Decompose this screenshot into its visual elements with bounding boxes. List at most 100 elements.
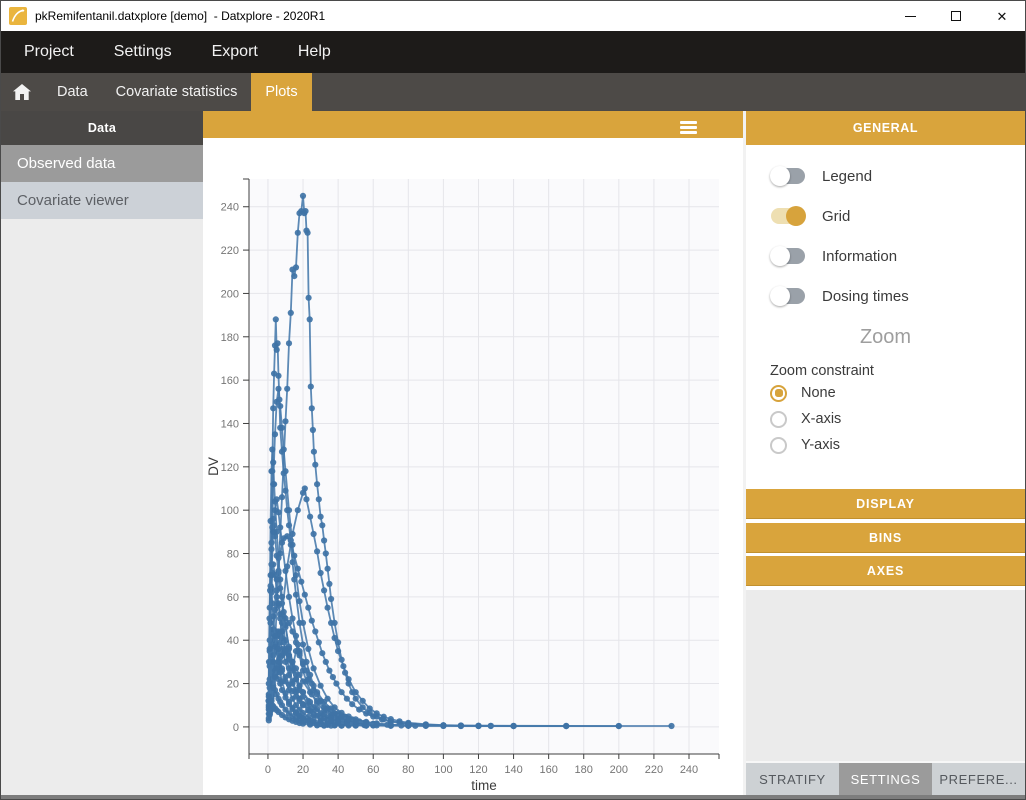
svg-text:60: 60: [227, 592, 239, 604]
svg-text:140: 140: [504, 764, 522, 776]
y-axis-label: DV: [206, 457, 221, 476]
plot-body[interactable]: 0204060801001201401601802002202400204060…: [203, 138, 743, 795]
accordion-axes[interactable]: AXES: [746, 556, 1025, 586]
general-section-header[interactable]: GENERAL: [746, 111, 1025, 145]
accordion-bins[interactable]: BINS: [746, 523, 1025, 553]
zoom-constraint-label: Zoom constraint: [746, 363, 1025, 379]
observed-data-chart[interactable]: 0204060801001201401601802002202400204060…: [203, 138, 743, 790]
bottom-tab-stratify[interactable]: STRATIFY: [746, 763, 839, 795]
toggle-row-legend: Legend: [746, 156, 1025, 196]
svg-text:240: 240: [680, 764, 698, 776]
toggle-list: Legend Grid Information Dosing times: [746, 156, 1025, 316]
toggle-label-dosing-times: Dosing times: [822, 288, 909, 305]
svg-text:220: 220: [221, 245, 239, 257]
zoom-section-title: Zoom: [746, 326, 1025, 349]
window-bottom-edge: [1, 795, 1025, 799]
toggle-knob: [770, 246, 790, 266]
toggle-label-legend: Legend: [822, 168, 872, 185]
radio-y-axis[interactable]: [770, 437, 787, 454]
settings-filler: [746, 590, 1025, 762]
toggle-label-information: Information: [822, 248, 897, 265]
bottom-tab-settings[interactable]: SETTINGS: [839, 763, 932, 795]
sidebar-list: Observed dataCovariate viewer: [1, 145, 203, 219]
sidebar-item-covariate-viewer[interactable]: Covariate viewer: [1, 182, 203, 219]
maximize-icon: [951, 11, 961, 21]
toggle-knob: [770, 286, 790, 306]
tab-covariate-statistics[interactable]: Covariate statistics: [102, 73, 252, 111]
svg-text:0: 0: [265, 764, 271, 776]
svg-text:60: 60: [367, 764, 379, 776]
close-button[interactable]: ✕: [979, 1, 1025, 31]
svg-text:180: 180: [221, 332, 239, 344]
svg-text:20: 20: [297, 764, 309, 776]
app-window: pkRemifentanil.datxplore [demo] - Datxpl…: [0, 0, 1026, 800]
bottom-tab-prefere[interactable]: PREFERE...: [932, 763, 1025, 795]
svg-text:200: 200: [610, 764, 628, 776]
svg-text:120: 120: [469, 764, 487, 776]
panel-bottom-tabs: STRATIFYSETTINGSPREFERE...: [746, 761, 1025, 795]
accordion-display[interactable]: DISPLAY: [746, 489, 1025, 519]
minimize-button[interactable]: [887, 1, 933, 31]
toggle-row-information: Information: [746, 236, 1025, 276]
tab-plots[interactable]: Plots: [251, 73, 311, 111]
toggle-row-grid: Grid: [746, 196, 1025, 236]
svg-text:160: 160: [539, 764, 557, 776]
menu-item-export[interactable]: Export: [212, 43, 258, 61]
radio-label-y-axis: Y-axis: [801, 437, 840, 453]
svg-text:20: 20: [227, 679, 239, 691]
toggle-knob: [786, 206, 806, 226]
svg-text:80: 80: [402, 764, 414, 776]
menu-item-settings[interactable]: Settings: [114, 43, 172, 61]
menu-bar: Project Settings Export Help: [1, 31, 1025, 73]
zoom-constraint-options: None X-axis Y-axis: [746, 381, 1025, 457]
sidebar-filler: [1, 219, 203, 795]
radio-row-none: None: [746, 381, 1025, 405]
sidebar-item-observed-data[interactable]: Observed data: [1, 145, 203, 182]
radio-label-none: None: [801, 385, 836, 401]
content-area: Data Observed dataCovariate viewer 0 20 40…: [1, 111, 1025, 795]
radio-label-x-axis: X-axis: [801, 411, 841, 427]
svg-text:200: 200: [221, 288, 239, 300]
radio-row-y-axis: Y-axis: [746, 433, 1025, 457]
svg-text:160: 160: [221, 375, 239, 387]
sidebar-header: Data: [1, 111, 203, 145]
radio-none[interactable]: [770, 385, 787, 402]
toggle-row-dosing-times: Dosing times: [746, 276, 1025, 316]
menu-item-project[interactable]: Project: [24, 43, 74, 61]
plot-menu-button[interactable]: [680, 121, 697, 134]
hamburger-icon: [680, 121, 697, 124]
plots-sidebar: Data Observed dataCovariate viewer: [1, 111, 203, 795]
grid-toggle[interactable]: [771, 208, 805, 224]
dosing-times-toggle[interactable]: [771, 288, 805, 304]
window-title: pkRemifentanil.datxplore [demo] - Datxpl…: [35, 9, 325, 23]
general-settings-area: Legend Grid Information Dosing times Zoom Z…: [746, 145, 1025, 489]
home-icon: [13, 84, 31, 100]
legend-toggle[interactable]: [771, 168, 805, 184]
svg-text:220: 220: [645, 764, 663, 776]
home-button[interactable]: [1, 73, 43, 111]
svg-text:40: 40: [227, 635, 239, 647]
maximize-button[interactable]: [933, 1, 979, 31]
svg-text:240: 240: [221, 202, 239, 214]
plot-header: [203, 111, 743, 138]
radio-row-x-axis: X-axis: [746, 407, 1025, 431]
svg-text:140: 140: [221, 418, 239, 430]
svg-text:100: 100: [434, 764, 452, 776]
toggle-label-grid: Grid: [822, 208, 850, 225]
tab-data[interactable]: Data: [43, 73, 102, 111]
main-tab-bar: DataCovariate statisticsPlots: [1, 73, 1025, 111]
svg-text:80: 80: [227, 549, 239, 561]
menu-item-help[interactable]: Help: [298, 43, 331, 61]
toggle-knob: [770, 166, 790, 186]
information-toggle[interactable]: [771, 248, 805, 264]
title-bar: pkRemifentanil.datxplore [demo] - Datxpl…: [1, 1, 1025, 31]
plot-panel: 0204060801001201401601802002202400204060…: [203, 111, 743, 795]
svg-text:100: 100: [221, 505, 239, 517]
close-icon: ✕: [997, 10, 1008, 23]
minimize-icon: [905, 16, 916, 17]
datxplore-logo-icon: [9, 7, 27, 25]
svg-text:180: 180: [575, 764, 593, 776]
accordion-sections: DISPLAY BINSAXES: [746, 489, 1025, 590]
window-controls: ✕: [887, 1, 1025, 31]
radio-x-axis[interactable]: [770, 411, 787, 428]
